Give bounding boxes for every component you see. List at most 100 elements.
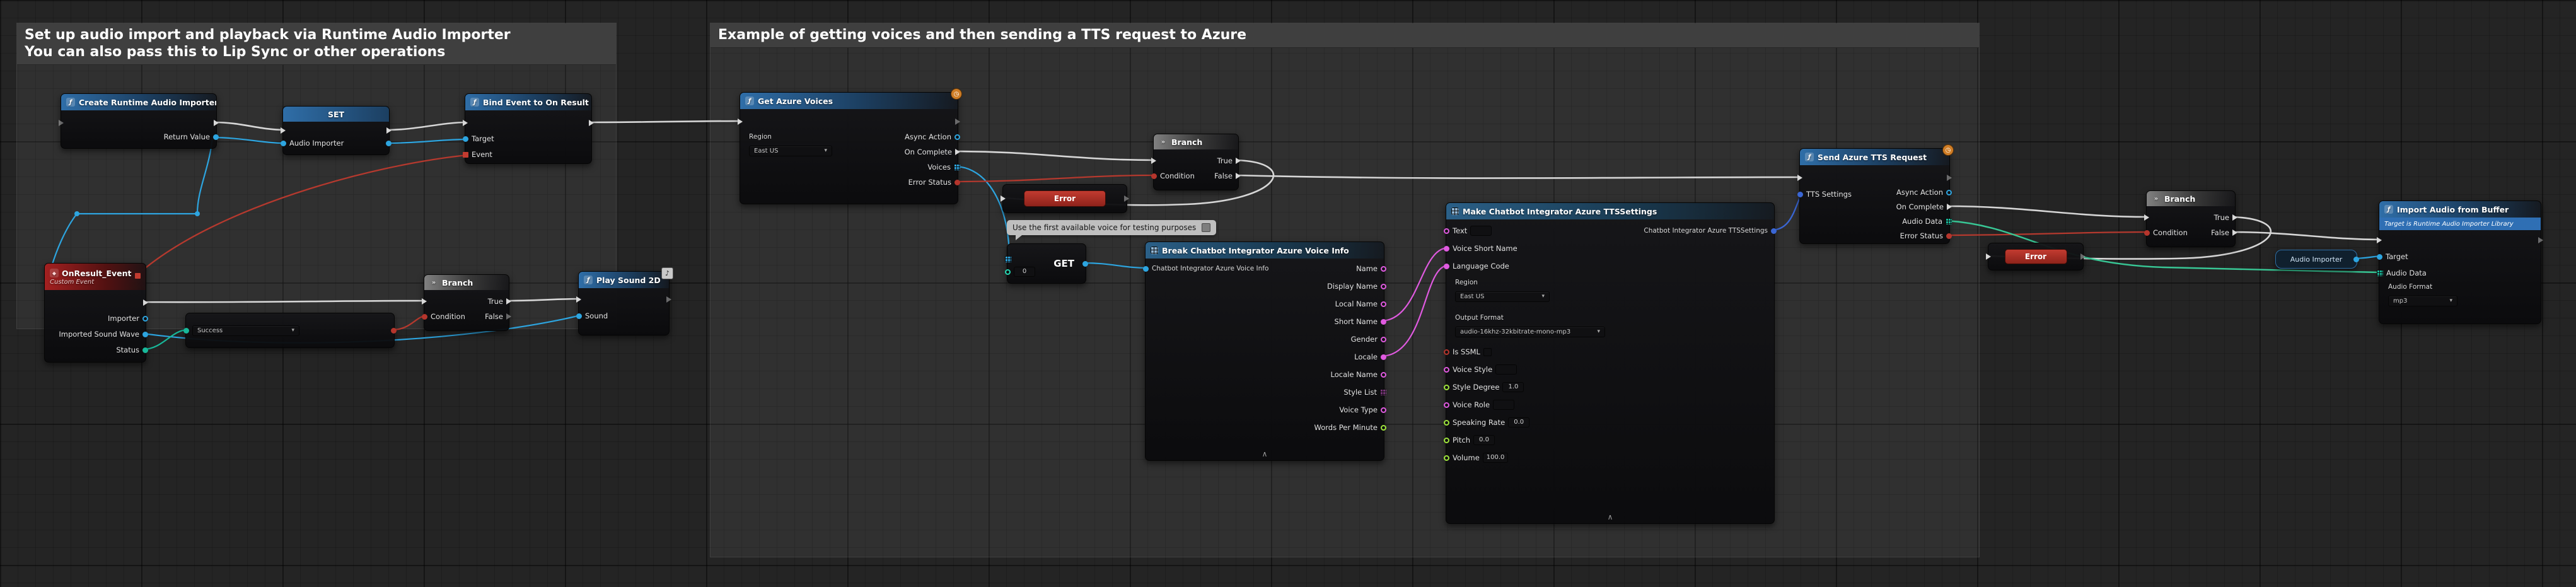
value-out-pin[interactable] (386, 141, 392, 146)
exec-out-pin[interactable] (143, 299, 148, 306)
value-out-pin[interactable] (2353, 257, 2359, 262)
condition-pin[interactable] (422, 314, 427, 320)
exec-in-pin[interactable] (422, 298, 427, 305)
node-error-2[interactable]: Error (1988, 243, 2084, 270)
node-branch-1[interactable]: Branch Condition True False (424, 274, 509, 331)
exec-out-pin[interactable] (1124, 195, 1129, 202)
voice-role-value-box[interactable] (1493, 400, 1514, 410)
text-pin[interactable] (1444, 228, 1449, 234)
exec-in-pin[interactable] (463, 120, 468, 126)
element-out-pin[interactable] (1082, 261, 1088, 267)
struct-out-pin[interactable] (1771, 228, 1777, 234)
node-send-azure-tts-request[interactable]: Send Azure TTS Request TTS Settings Asyn… (1799, 148, 1950, 244)
true-exec-pin[interactable] (2232, 214, 2237, 221)
is-ssml-pin[interactable] (1444, 349, 1449, 355)
exec-out-pin[interactable] (386, 127, 392, 134)
on-complete-exec-pin[interactable] (1947, 204, 1952, 210)
target-pin[interactable] (2377, 254, 2382, 260)
voice-short-name-pin[interactable] (1444, 246, 1449, 252)
voice-style-value-box[interactable] (1495, 364, 1517, 375)
exec-in-pin[interactable] (59, 120, 64, 126)
delegate-pin[interactable] (135, 273, 141, 279)
region-dropdown[interactable]: East US (1455, 291, 1550, 302)
exec-out-pin[interactable] (2080, 253, 2086, 260)
locale-name-pin[interactable] (1381, 372, 1386, 378)
exec-out-pin[interactable] (214, 120, 219, 126)
words-per-minute-pin[interactable] (1381, 425, 1386, 431)
node-equals-enum[interactable]: Success (185, 313, 395, 348)
audio-format-dropdown[interactable]: mp3 (2388, 296, 2457, 306)
node-break-azure-voice-info[interactable]: Break Chatbot Integrator Azure Voice Inf… (1145, 241, 1384, 461)
true-exec-pin[interactable] (1236, 158, 1241, 164)
node-bind-event-to-on-result[interactable]: Bind Event to On Result Target Event (465, 93, 592, 164)
error-status-pin[interactable] (954, 180, 960, 185)
exec-in-pin[interactable] (1001, 195, 1006, 202)
exec-in-pin[interactable] (576, 296, 581, 303)
condition-pin[interactable] (1151, 173, 1157, 179)
node-comment-bubble[interactable]: Use the first available voice for testin… (1007, 220, 1216, 235)
false-exec-pin[interactable] (2232, 230, 2237, 236)
exec-out-pin[interactable] (589, 120, 594, 126)
exec-in-pin[interactable] (281, 127, 286, 134)
audio-data-pin[interactable] (1946, 218, 1952, 224)
volume-pin[interactable] (1444, 455, 1449, 461)
on-complete-exec-pin[interactable] (955, 149, 960, 155)
display-name-pin[interactable] (1381, 284, 1386, 289)
language-code-pin[interactable] (1444, 264, 1449, 269)
exec-out-pin[interactable] (1947, 175, 1952, 181)
node-get-azure-voices[interactable]: Get Azure Voices Region East US Async Ac… (740, 92, 958, 204)
is-ssml-checkbox[interactable] (1483, 348, 1492, 356)
text-value-box[interactable] (1470, 226, 1492, 236)
collapse-chevron-icon[interactable] (1262, 450, 1268, 458)
node-array-get[interactable]: 0 GET (1007, 243, 1086, 284)
struct-in-pin[interactable] (1143, 266, 1149, 272)
index-value[interactable]: 0 (1014, 267, 1035, 277)
node-create-runtime-audio-importer[interactable]: Create Runtime Audio Importer Return Val… (61, 93, 217, 149)
true-exec-pin[interactable] (506, 298, 511, 305)
voices-array-pin[interactable] (954, 164, 960, 170)
importer-pin[interactable] (142, 316, 148, 322)
gender-pin[interactable] (1381, 337, 1386, 342)
locale-pin[interactable] (1381, 354, 1386, 360)
enum-dropdown[interactable]: Success (192, 325, 299, 336)
node-make-azure-tts-settings[interactable]: Make Chatbot Integrator Azure TTSSetting… (1446, 202, 1775, 524)
sound-pin[interactable] (576, 313, 582, 319)
condition-pin[interactable] (2144, 230, 2150, 236)
style-degree-value[interactable]: 1.0 (1502, 382, 1524, 392)
exec-in-pin[interactable] (1797, 175, 1802, 181)
exec-out-pin[interactable] (955, 119, 960, 125)
exec-in-pin[interactable] (2377, 237, 2382, 243)
node-on-result-event[interactable]: OnResult_Event Custom Event Importer Imp… (44, 263, 146, 363)
array-pin[interactable] (1005, 256, 1011, 262)
exec-in-pin[interactable] (1986, 253, 1991, 260)
exec-in-pin[interactable] (1151, 158, 1156, 164)
async-action-pin[interactable] (954, 134, 960, 140)
audio-data-pin[interactable] (2377, 270, 2383, 276)
exec-in-pin[interactable] (2144, 214, 2149, 221)
node-audio-importer-get[interactable]: Audio Importer (2275, 250, 2357, 269)
node-error-1[interactable]: Error (1002, 184, 1127, 213)
imported-sound-wave-pin[interactable] (142, 332, 148, 337)
node-branch-2[interactable]: Branch Condition True False (1153, 134, 1239, 190)
node-import-audio-from-buffer[interactable]: Import Audio from Buffer Target is Runti… (2379, 201, 2541, 324)
index-pin[interactable] (1005, 269, 1011, 275)
volume-value[interactable]: 100.0 (1483, 453, 1509, 463)
exec-out-pin[interactable] (2538, 237, 2543, 243)
style-degree-pin[interactable] (1444, 385, 1449, 390)
error-status-pin[interactable] (1946, 233, 1952, 239)
speaking-rate-pin[interactable] (1444, 420, 1449, 426)
status-pin[interactable] (142, 347, 148, 353)
local-name-pin[interactable] (1381, 301, 1386, 307)
voice-role-pin[interactable] (1444, 402, 1449, 408)
tts-settings-pin[interactable] (1797, 192, 1803, 197)
node-set-audio-importer[interactable]: SET Audio Importer (282, 106, 390, 155)
pitch-pin[interactable] (1444, 438, 1449, 443)
voice-type-pin[interactable] (1381, 407, 1386, 413)
async-action-pin[interactable] (1946, 190, 1952, 195)
result-pin[interactable] (391, 328, 397, 334)
blueprint-canvas[interactable]: Set up audio import and playback via Run… (0, 0, 2576, 587)
name-pin[interactable] (1381, 266, 1386, 272)
pitch-value[interactable]: 0.0 (1473, 435, 1495, 445)
false-exec-pin[interactable] (506, 313, 511, 320)
bubble-pin-icon[interactable] (1202, 223, 1210, 232)
